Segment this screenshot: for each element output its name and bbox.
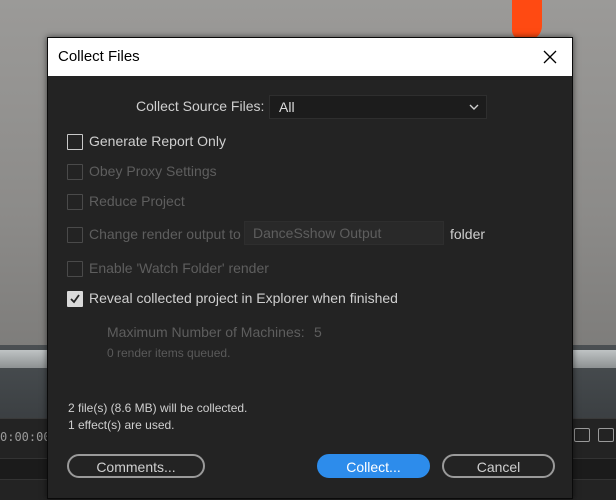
- reduce-project-checkbox[interactable]: [67, 194, 83, 210]
- render-output-folder-field[interactable]: DanceSshow Output: [244, 221, 444, 245]
- render-queue-note: 0 render items queued.: [107, 346, 231, 360]
- reduce-project-label: Reduce Project: [89, 193, 185, 209]
- watch-folder-label: Enable 'Watch Folder' render: [89, 260, 269, 276]
- obey-proxy-label: Obey Proxy Settings: [89, 163, 217, 179]
- render-output-folder-value: DanceSshow Output: [253, 225, 382, 241]
- viewer-figure: [512, 0, 542, 40]
- change-render-output-label: Change render output to: [89, 226, 241, 242]
- comments-button[interactable]: Comments...: [67, 454, 205, 478]
- files-summary: 2 file(s) (8.6 MB) will be collected.: [68, 401, 248, 415]
- dialog-content: Collect Source Files: All Generate Repor…: [48, 76, 572, 498]
- dialog-title: Collect Files: [58, 48, 140, 65]
- graph-editor-icon[interactable]: [598, 428, 614, 442]
- collect-button[interactable]: Collect...: [317, 454, 430, 478]
- checkmark-icon: [70, 294, 80, 304]
- close-button[interactable]: [528, 38, 572, 76]
- collect-source-value: All: [279, 99, 295, 115]
- watch-folder-checkbox[interactable]: [67, 261, 83, 277]
- chevron-down-icon: [469, 104, 479, 110]
- folder-label: folder: [450, 226, 486, 242]
- max-machines-value[interactable]: 5: [314, 324, 322, 340]
- generate-report-label: Generate Report Only: [89, 133, 226, 149]
- collect-source-select[interactable]: All: [269, 95, 487, 119]
- dialog-titlebar: Collect Files: [48, 38, 572, 76]
- collect-files-dialog: Collect Files Collect Source Files: All …: [47, 37, 573, 499]
- effects-summary: 1 effect(s) are used.: [68, 418, 175, 432]
- collect-source-label: Collect Source Files:: [136, 98, 265, 114]
- generate-report-checkbox[interactable]: [67, 134, 83, 150]
- cancel-button[interactable]: Cancel: [442, 454, 555, 478]
- change-render-output-checkbox[interactable]: [67, 227, 83, 243]
- obey-proxy-checkbox[interactable]: [67, 164, 83, 180]
- timeline-toggle-icon[interactable]: [574, 428, 590, 442]
- reveal-project-checkbox[interactable]: [67, 291, 83, 307]
- close-icon: [543, 50, 557, 64]
- reveal-project-label: Reveal collected project in Explorer whe…: [89, 290, 398, 306]
- max-machines-label: Maximum Number of Machines:: [107, 324, 305, 340]
